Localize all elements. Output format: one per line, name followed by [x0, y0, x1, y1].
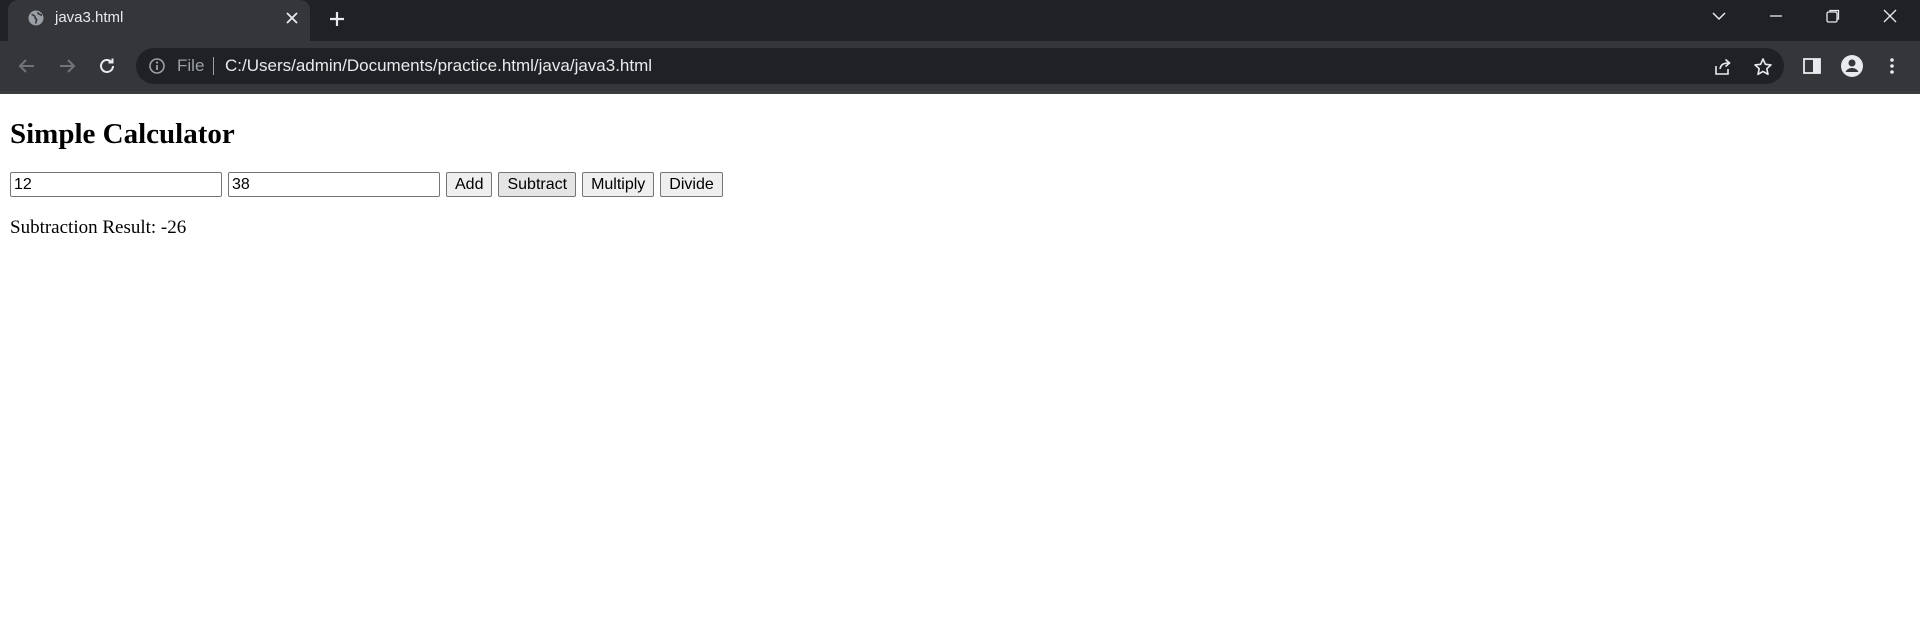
- browser-tab[interactable]: java3.html: [8, 0, 310, 41]
- reload-icon: [100, 58, 114, 73]
- tab-search-button[interactable]: [1705, 5, 1733, 27]
- minimize-button[interactable]: [1762, 5, 1790, 27]
- close-tab-icon[interactable]: [283, 9, 301, 27]
- reload-button[interactable]: [94, 53, 120, 79]
- first-number-input[interactable]: [10, 172, 222, 197]
- add-button[interactable]: Add: [446, 172, 493, 197]
- plus-icon: [330, 12, 344, 26]
- share-icon[interactable]: [1713, 57, 1733, 77]
- calculator-controls: Add Subtract Multiply Divide: [10, 172, 1910, 197]
- second-number-input[interactable]: [228, 172, 440, 197]
- multiply-button[interactable]: Multiply: [582, 172, 655, 197]
- info-icon[interactable]: [148, 57, 166, 75]
- minimize-icon: [1770, 15, 1782, 17]
- toolbar-divider: [0, 91, 1920, 94]
- tab-title: java3.html: [55, 9, 124, 26]
- browser-toolbar: File C:/Users/admin/Documents/practice.h…: [0, 41, 1920, 91]
- star-icon[interactable]: [1753, 57, 1773, 77]
- new-tab-button[interactable]: [325, 7, 349, 31]
- subtract-button[interactable]: Subtract: [498, 172, 577, 197]
- forward-button[interactable]: [54, 53, 80, 79]
- arrow-right-icon: [60, 59, 76, 73]
- restore-icon: [1826, 9, 1840, 23]
- browser-tab-strip: java3.html: [0, 0, 1920, 41]
- result-text: Subtraction Result: -26: [10, 217, 187, 238]
- page-body: Simple Calculator Add Subtract Multiply …: [0, 118, 1920, 239]
- page-title: Simple Calculator: [10, 118, 235, 150]
- url-text[interactable]: C:/Users/admin/Documents/practice.html/j…: [225, 56, 652, 76]
- arrow-left-icon: [18, 59, 34, 73]
- back-button[interactable]: [14, 53, 40, 79]
- close-icon: [1883, 9, 1897, 23]
- close-window-button[interactable]: [1876, 5, 1904, 27]
- more-menu-icon[interactable]: [1880, 54, 1904, 78]
- divide-button[interactable]: Divide: [660, 172, 723, 197]
- address-bar[interactable]: File C:/Users/admin/Documents/practice.h…: [136, 48, 1784, 84]
- file-scheme-label: File: [177, 56, 205, 75]
- chevron-down-icon: [1712, 12, 1726, 21]
- profile-avatar-icon[interactable]: [1840, 54, 1864, 78]
- restore-button[interactable]: [1819, 5, 1847, 27]
- address-divider: [213, 57, 214, 75]
- side-panel-icon[interactable]: [1800, 54, 1824, 78]
- globe-icon: [27, 9, 45, 27]
